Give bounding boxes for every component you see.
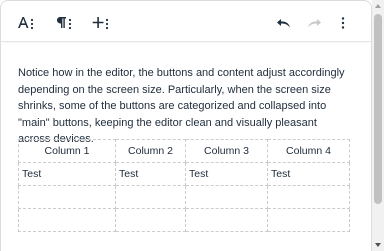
undo-icon bbox=[277, 19, 290, 28]
table-cell[interactable] bbox=[18, 185, 116, 209]
table-cell[interactable] bbox=[267, 208, 350, 232]
table-cell[interactable]: Test bbox=[267, 162, 350, 186]
insert-button[interactable] bbox=[91, 9, 111, 37]
table-row bbox=[18, 208, 350, 232]
table-cell[interactable]: Test bbox=[185, 162, 268, 186]
table-row: Test Test Test Test bbox=[18, 162, 350, 186]
table-cell[interactable] bbox=[115, 208, 186, 232]
content-table[interactable]: Column 1 Column 2 Column 3 Column 4 Test… bbox=[18, 139, 350, 232]
table-cell[interactable]: Test bbox=[115, 162, 186, 186]
more-button[interactable] bbox=[336, 9, 350, 37]
table-cell[interactable] bbox=[267, 185, 350, 209]
scroll-up-arrow-icon[interactable] bbox=[372, 0, 384, 12]
redo-button[interactable] bbox=[304, 9, 324, 37]
more-vertical-icon bbox=[341, 17, 345, 29]
paragraph-icon bbox=[57, 17, 72, 30]
table-row bbox=[18, 185, 350, 209]
table-header-cell[interactable]: Column 4 bbox=[267, 139, 350, 163]
table-header-row: Column 1 Column 2 Column 3 Column 4 bbox=[18, 139, 350, 163]
editor-container: Notice how in the editor, the buttons an… bbox=[0, 0, 372, 251]
text-format-icon bbox=[18, 17, 34, 30]
undo-button[interactable] bbox=[274, 9, 294, 37]
paragraph-button[interactable] bbox=[54, 9, 74, 37]
table-cell[interactable] bbox=[18, 208, 116, 232]
editor-content[interactable]: Notice how in the editor, the buttons an… bbox=[18, 65, 352, 148]
scroll-down-arrow-icon[interactable] bbox=[372, 239, 384, 251]
table-cell[interactable] bbox=[185, 185, 268, 209]
redo-icon bbox=[308, 19, 321, 28]
toolbar bbox=[1, 1, 371, 42]
vertical-scrollbar[interactable] bbox=[372, 0, 384, 251]
table-header-cell[interactable]: Column 2 bbox=[115, 139, 186, 163]
content-paragraph: Notice how in the editor, the buttons an… bbox=[18, 67, 345, 145]
table-header-cell[interactable]: Column 1 bbox=[18, 139, 116, 163]
table-cell[interactable] bbox=[185, 208, 268, 232]
insert-icon bbox=[92, 17, 109, 30]
table-cell[interactable] bbox=[115, 185, 186, 209]
scrollbar-thumb[interactable] bbox=[374, 14, 382, 204]
table-cell[interactable]: Test bbox=[18, 162, 116, 186]
table-header-cell[interactable]: Column 3 bbox=[185, 139, 268, 163]
text-format-button[interactable] bbox=[15, 9, 37, 37]
